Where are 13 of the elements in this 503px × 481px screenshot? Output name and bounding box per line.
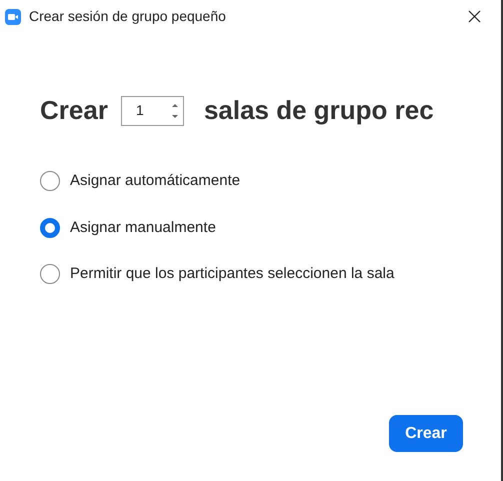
radio-button[interactable] xyxy=(40,171,60,192)
option-label: Asignar manualmente xyxy=(70,218,216,238)
radio-button[interactable] xyxy=(40,264,60,284)
room-count-spinner[interactable]: 1 xyxy=(120,96,184,126)
create-button[interactable]: Crear xyxy=(389,415,463,452)
option-label: Asignar automáticamente xyxy=(70,171,240,191)
option-label: Permitir que los participantes seleccionen la sala xyxy=(70,264,394,284)
heading-text: Crear xyxy=(40,94,108,127)
close-icon[interactable] xyxy=(468,10,481,23)
camera-app-icon xyxy=(5,8,21,24)
heading-text: salas de grupo rec xyxy=(204,94,435,127)
window-title: Crear sesión de grupo pequeño xyxy=(29,7,226,26)
radio-button[interactable] xyxy=(40,218,60,238)
